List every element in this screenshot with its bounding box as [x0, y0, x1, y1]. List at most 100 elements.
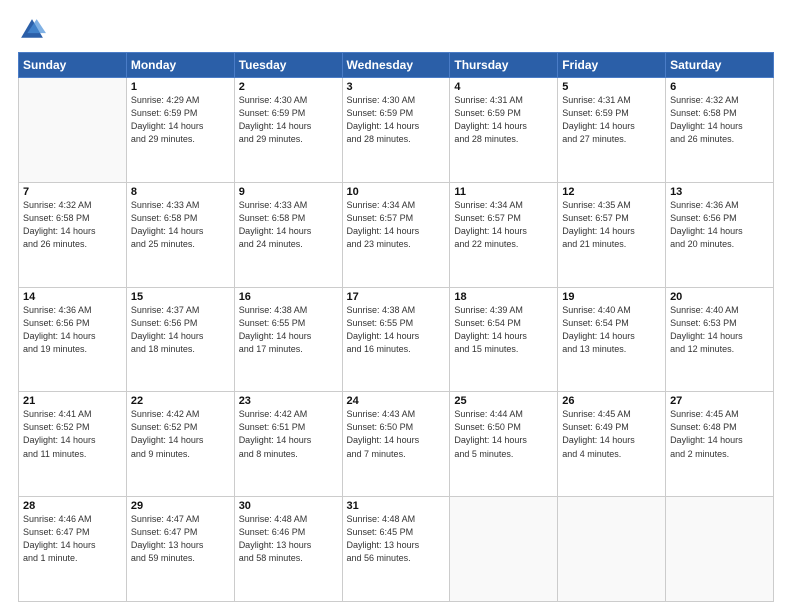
day-number: 4: [454, 81, 553, 93]
calendar-cell: [666, 497, 774, 602]
day-info: Sunrise: 4:38 AMSunset: 6:55 PMDaylight:…: [347, 304, 446, 356]
day-number: 11: [454, 186, 553, 198]
calendar-cell: 4Sunrise: 4:31 AMSunset: 6:59 PMDaylight…: [450, 78, 558, 183]
day-info: Sunrise: 4:46 AMSunset: 6:47 PMDaylight:…: [23, 513, 122, 565]
day-number: 10: [347, 186, 446, 198]
day-info: Sunrise: 4:32 AMSunset: 6:58 PMDaylight:…: [23, 199, 122, 251]
day-info: Sunrise: 4:40 AMSunset: 6:54 PMDaylight:…: [562, 304, 661, 356]
calendar-cell: 20Sunrise: 4:40 AMSunset: 6:53 PMDayligh…: [666, 287, 774, 392]
day-info: Sunrise: 4:36 AMSunset: 6:56 PMDaylight:…: [23, 304, 122, 356]
day-info: Sunrise: 4:34 AMSunset: 6:57 PMDaylight:…: [454, 199, 553, 251]
calendar-cell: 18Sunrise: 4:39 AMSunset: 6:54 PMDayligh…: [450, 287, 558, 392]
calendar-cell: 26Sunrise: 4:45 AMSunset: 6:49 PMDayligh…: [558, 392, 666, 497]
day-info: Sunrise: 4:32 AMSunset: 6:58 PMDaylight:…: [670, 94, 769, 146]
day-number: 12: [562, 186, 661, 198]
day-number: 3: [347, 81, 446, 93]
day-number: 17: [347, 291, 446, 303]
calendar-header-row: SundayMondayTuesdayWednesdayThursdayFrid…: [19, 53, 774, 78]
calendar-cell: 28Sunrise: 4:46 AMSunset: 6:47 PMDayligh…: [19, 497, 127, 602]
calendar-cell: 5Sunrise: 4:31 AMSunset: 6:59 PMDaylight…: [558, 78, 666, 183]
day-info: Sunrise: 4:31 AMSunset: 6:59 PMDaylight:…: [562, 94, 661, 146]
day-info: Sunrise: 4:39 AMSunset: 6:54 PMDaylight:…: [454, 304, 553, 356]
day-number: 1: [131, 81, 230, 93]
calendar-day-header: Tuesday: [234, 53, 342, 78]
day-info: Sunrise: 4:33 AMSunset: 6:58 PMDaylight:…: [131, 199, 230, 251]
day-info: Sunrise: 4:42 AMSunset: 6:52 PMDaylight:…: [131, 408, 230, 460]
page: SundayMondayTuesdayWednesdayThursdayFrid…: [0, 0, 792, 612]
day-info: Sunrise: 4:37 AMSunset: 6:56 PMDaylight:…: [131, 304, 230, 356]
calendar-day-header: Friday: [558, 53, 666, 78]
day-number: 7: [23, 186, 122, 198]
calendar-cell: 27Sunrise: 4:45 AMSunset: 6:48 PMDayligh…: [666, 392, 774, 497]
day-info: Sunrise: 4:29 AMSunset: 6:59 PMDaylight:…: [131, 94, 230, 146]
calendar-cell: 14Sunrise: 4:36 AMSunset: 6:56 PMDayligh…: [19, 287, 127, 392]
day-info: Sunrise: 4:42 AMSunset: 6:51 PMDaylight:…: [239, 408, 338, 460]
calendar-cell: [19, 78, 127, 183]
day-number: 2: [239, 81, 338, 93]
calendar-week-row: 21Sunrise: 4:41 AMSunset: 6:52 PMDayligh…: [19, 392, 774, 497]
day-number: 8: [131, 186, 230, 198]
day-info: Sunrise: 4:31 AMSunset: 6:59 PMDaylight:…: [454, 94, 553, 146]
day-info: Sunrise: 4:48 AMSunset: 6:45 PMDaylight:…: [347, 513, 446, 565]
day-info: Sunrise: 4:45 AMSunset: 6:49 PMDaylight:…: [562, 408, 661, 460]
calendar-cell: 16Sunrise: 4:38 AMSunset: 6:55 PMDayligh…: [234, 287, 342, 392]
calendar-cell: 1Sunrise: 4:29 AMSunset: 6:59 PMDaylight…: [126, 78, 234, 183]
day-number: 19: [562, 291, 661, 303]
calendar-week-row: 14Sunrise: 4:36 AMSunset: 6:56 PMDayligh…: [19, 287, 774, 392]
calendar-week-row: 28Sunrise: 4:46 AMSunset: 6:47 PMDayligh…: [19, 497, 774, 602]
day-number: 25: [454, 395, 553, 407]
calendar-cell: 7Sunrise: 4:32 AMSunset: 6:58 PMDaylight…: [19, 182, 127, 287]
calendar-week-row: 1Sunrise: 4:29 AMSunset: 6:59 PMDaylight…: [19, 78, 774, 183]
calendar-cell: 11Sunrise: 4:34 AMSunset: 6:57 PMDayligh…: [450, 182, 558, 287]
calendar-week-row: 7Sunrise: 4:32 AMSunset: 6:58 PMDaylight…: [19, 182, 774, 287]
day-info: Sunrise: 4:43 AMSunset: 6:50 PMDaylight:…: [347, 408, 446, 460]
day-number: 21: [23, 395, 122, 407]
day-number: 13: [670, 186, 769, 198]
day-info: Sunrise: 4:41 AMSunset: 6:52 PMDaylight:…: [23, 408, 122, 460]
calendar-day-header: Sunday: [19, 53, 127, 78]
day-number: 30: [239, 500, 338, 512]
calendar-cell: 24Sunrise: 4:43 AMSunset: 6:50 PMDayligh…: [342, 392, 450, 497]
header: [18, 16, 774, 44]
calendar-day-header: Thursday: [450, 53, 558, 78]
day-info: Sunrise: 4:33 AMSunset: 6:58 PMDaylight:…: [239, 199, 338, 251]
calendar-cell: 13Sunrise: 4:36 AMSunset: 6:56 PMDayligh…: [666, 182, 774, 287]
day-number: 31: [347, 500, 446, 512]
calendar-cell: 17Sunrise: 4:38 AMSunset: 6:55 PMDayligh…: [342, 287, 450, 392]
calendar-day-header: Monday: [126, 53, 234, 78]
day-number: 6: [670, 81, 769, 93]
calendar-cell: 19Sunrise: 4:40 AMSunset: 6:54 PMDayligh…: [558, 287, 666, 392]
day-info: Sunrise: 4:47 AMSunset: 6:47 PMDaylight:…: [131, 513, 230, 565]
calendar-cell: 25Sunrise: 4:44 AMSunset: 6:50 PMDayligh…: [450, 392, 558, 497]
day-number: 22: [131, 395, 230, 407]
day-number: 27: [670, 395, 769, 407]
calendar-cell: 21Sunrise: 4:41 AMSunset: 6:52 PMDayligh…: [19, 392, 127, 497]
day-info: Sunrise: 4:30 AMSunset: 6:59 PMDaylight:…: [239, 94, 338, 146]
day-number: 24: [347, 395, 446, 407]
day-number: 18: [454, 291, 553, 303]
day-info: Sunrise: 4:38 AMSunset: 6:55 PMDaylight:…: [239, 304, 338, 356]
calendar-cell: 22Sunrise: 4:42 AMSunset: 6:52 PMDayligh…: [126, 392, 234, 497]
calendar-day-header: Wednesday: [342, 53, 450, 78]
day-info: Sunrise: 4:35 AMSunset: 6:57 PMDaylight:…: [562, 199, 661, 251]
calendar-cell: 12Sunrise: 4:35 AMSunset: 6:57 PMDayligh…: [558, 182, 666, 287]
day-number: 20: [670, 291, 769, 303]
logo: [18, 16, 50, 44]
day-info: Sunrise: 4:34 AMSunset: 6:57 PMDaylight:…: [347, 199, 446, 251]
day-number: 28: [23, 500, 122, 512]
calendar-cell: 6Sunrise: 4:32 AMSunset: 6:58 PMDaylight…: [666, 78, 774, 183]
day-number: 14: [23, 291, 122, 303]
day-number: 23: [239, 395, 338, 407]
calendar-cell: 2Sunrise: 4:30 AMSunset: 6:59 PMDaylight…: [234, 78, 342, 183]
day-number: 29: [131, 500, 230, 512]
calendar-cell: 23Sunrise: 4:42 AMSunset: 6:51 PMDayligh…: [234, 392, 342, 497]
calendar-table: SundayMondayTuesdayWednesdayThursdayFrid…: [18, 52, 774, 602]
day-number: 26: [562, 395, 661, 407]
day-number: 16: [239, 291, 338, 303]
calendar-cell: [450, 497, 558, 602]
day-info: Sunrise: 4:40 AMSunset: 6:53 PMDaylight:…: [670, 304, 769, 356]
day-info: Sunrise: 4:36 AMSunset: 6:56 PMDaylight:…: [670, 199, 769, 251]
day-info: Sunrise: 4:48 AMSunset: 6:46 PMDaylight:…: [239, 513, 338, 565]
calendar-cell: 31Sunrise: 4:48 AMSunset: 6:45 PMDayligh…: [342, 497, 450, 602]
calendar-day-header: Saturday: [666, 53, 774, 78]
